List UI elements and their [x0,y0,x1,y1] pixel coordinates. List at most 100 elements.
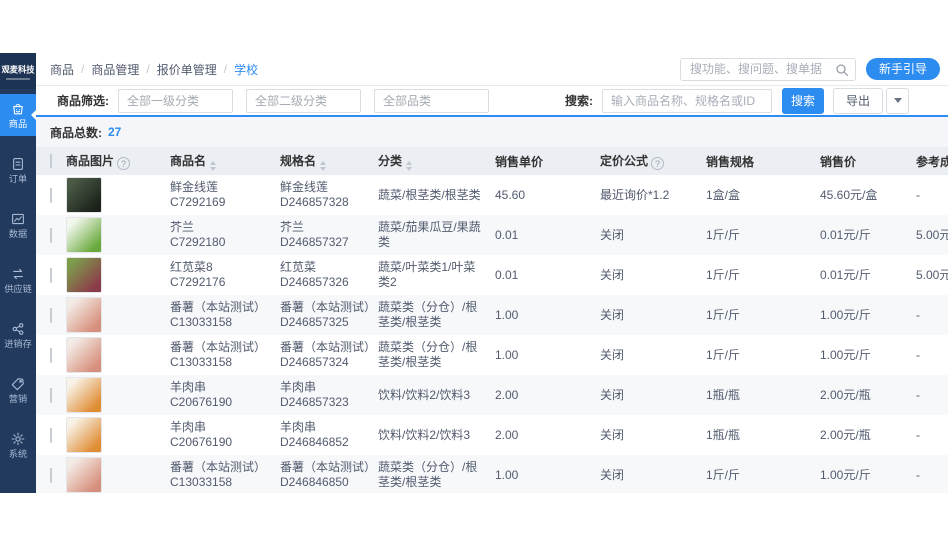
search-label: 搜索: [565,94,593,108]
search-icon[interactable] [835,63,849,77]
category-cell: 蔬菜类（分仓）/根茎类/根茎类 [378,460,478,489]
select-all-cell [50,154,66,168]
export-button[interactable]: 导出 [833,87,884,114]
category-cell: 蔬菜类（分仓）/根茎类/根茎类 [378,340,478,369]
breadcrumb-item[interactable]: 学校 [234,61,258,78]
product-search-input[interactable] [603,89,771,112]
sidebar-item-marketing[interactable]: 营销 [0,369,36,411]
sidebar-item-label: 订单 [8,173,28,185]
breadcrumb-item[interactable]: 商品 [50,61,74,78]
sidebar-item-supply-chain[interactable]: 供应链 [0,259,36,301]
unit-price-cell: 0.01 [495,227,519,242]
product-thumbnail[interactable] [66,217,102,253]
row-checkbox[interactable] [50,387,52,403]
table-row: 番薯（本站测试） C13033158 番薯（本站测试） D246857325 蔬… [36,295,948,335]
sidebar-item-orders[interactable]: 订单 [0,149,36,191]
product-code: C20676190 [170,435,233,449]
beginner-guide-button[interactable]: 新手引导 [865,58,940,80]
sale-spec-cell: 1斤/斤 [706,267,741,282]
spec-name: 羊肉串 [280,380,317,394]
breadcrumb: 商品 / 商品管理 / 报价单管理 / 学校 [50,61,258,78]
spec-name: 番薯（本站测试） [280,300,377,314]
category-level2-select[interactable]: 全部二级分类 [246,88,361,113]
sort-icon[interactable] [210,160,217,171]
row-checkbox[interactable] [50,427,52,443]
row-checkbox[interactable] [50,267,52,283]
unit-price-cell: 1.00 [495,307,519,322]
header-ref-cost: 参考成 [916,154,948,169]
sidebar-item-system[interactable]: 系统 [0,424,36,466]
sale-spec-cell: 1斤/斤 [706,467,741,482]
ref-cost-cell: - [916,427,920,442]
product-thumbnail[interactable] [66,377,102,413]
price-formula-cell: 关闭 [600,387,625,402]
category-cell: 蔬菜/叶菜类1/叶菜类2 [378,260,476,289]
help-icon[interactable]: ? [117,157,131,170]
row-checkbox[interactable] [50,467,52,483]
main-content: 商品 / 商品管理 / 报价单管理 / 学校 新手引导 商品筛选: 全部一级分类 全部二级分… [36,53,948,493]
product-table: 商品图片? 商品名 规格名 分类 销售单价 定价公式? 销售规格 销售价 参考成… [36,147,948,493]
export-dropdown-button[interactable] [886,87,910,114]
spec-name: 番薯（本站测试） [280,340,377,354]
ref-cost-cell: - [916,347,920,362]
product-thumbnail[interactable] [66,337,102,373]
product-name: 番薯（本站测试） [170,460,267,474]
spec-code: D246857323 [280,395,349,409]
product-code: C13033158 [170,355,233,369]
sale-price-cell: 0.01元/斤 [820,267,871,282]
category-type-select[interactable]: 全部品类 [374,88,489,113]
row-checkbox[interactable] [50,187,52,203]
sale-spec-cell: 1斤/斤 [706,307,741,322]
product-thumbnail[interactable] [66,417,102,453]
unit-price-cell: 2.00 [495,387,519,402]
product-thumbnail[interactable] [66,257,102,293]
product-thumbnail[interactable] [66,457,102,493]
product-name: 红苋菜8 [170,260,213,274]
row-checkbox[interactable] [50,347,52,363]
product-name: 羊肉串 [170,420,207,434]
topbar-right: 新手引导 [679,57,940,81]
sidebar-item-data[interactable]: 数据 [0,204,36,246]
header-category[interactable]: 分类 [378,152,495,171]
sort-icon[interactable] [406,160,413,171]
unit-price-cell: 2.00 [495,427,519,442]
spec-code: D246857326 [280,275,349,289]
active-item-notch [31,110,36,120]
global-search-input[interactable] [680,58,855,80]
breadcrumb-separator: / [223,62,228,76]
filter-bar: 商品筛选: 全部一级分类 全部二级分类 全部品类 搜索: 搜索 导出 [36,86,948,117]
search-button[interactable]: 搜索 [782,87,825,114]
tag-icon [11,377,24,390]
spec-name: 芥兰 [280,220,305,234]
sidebar-item-inventory[interactable]: 进销存 [0,314,36,356]
header-product-name[interactable]: 商品名 [170,152,280,171]
header-product-image: 商品图片? [66,152,170,170]
product-thumbnail[interactable] [66,297,102,333]
unit-price-cell: 0.01 [495,267,519,282]
product-thumbnail[interactable] [66,177,102,213]
breadcrumb-item[interactable]: 报价单管理 [157,61,217,78]
help-icon[interactable]: ? [651,157,665,170]
header-price-formula: 定价公式? [600,152,706,170]
sort-icon[interactable] [320,160,327,171]
table-row: 番薯（本站测试） C13033158 番薯（本站测试） D246846850 蔬… [36,455,948,493]
category-level1-select[interactable]: 全部一级分类 [118,88,233,113]
row-checkbox[interactable] [50,307,52,323]
spec-code: D246857328 [280,195,349,209]
breadcrumb-separator: / [146,62,150,76]
breadcrumb-item[interactable]: 商品管理 [91,61,139,78]
table-header-row: 商品图片? 商品名 规格名 分类 销售单价 定价公式? 销售规格 销售价 参考成 [36,147,948,175]
product-count-value: 27 [108,125,122,139]
table-body: 鲜金线莲 C7292169 鲜金线莲 D246857328 蔬菜/根茎类/根茎类… [36,175,948,493]
product-count-label: 商品总数: [50,125,102,140]
row-checkbox[interactable] [50,227,52,243]
sidebar-item-products[interactable]: 商品 [0,94,36,136]
header-spec-name[interactable]: 规格名 [280,152,378,171]
sidebar-item-label: 商品 [8,118,28,130]
price-formula-cell: 关闭 [600,347,625,362]
select-all-checkbox[interactable] [50,154,52,168]
price-formula-cell: 关闭 [600,467,625,482]
price-formula-cell: 关闭 [600,307,625,322]
sidebar-item-label: 供应链 [4,283,32,295]
spec-code: D246857327 [280,235,349,249]
